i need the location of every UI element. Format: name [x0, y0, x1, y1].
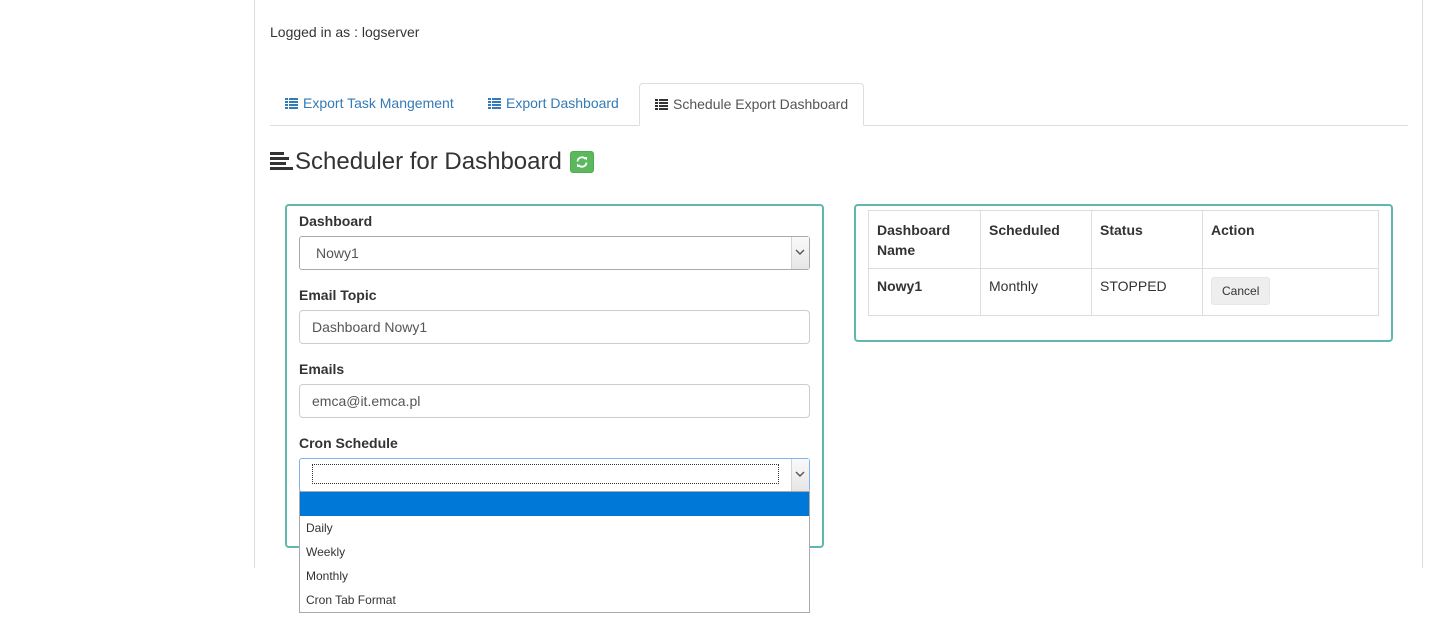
cron-schedule-label: Cron Schedule [299, 435, 398, 451]
dropdown-option-cron-tab-format[interactable]: Cron Tab Format [300, 588, 809, 612]
dropdown-option-empty[interactable] [300, 492, 809, 516]
tab-schedule-export-dashboard[interactable]: Schedule Export Dashboard [639, 83, 865, 126]
list-icon [285, 98, 298, 109]
cron-schedule-focus [312, 464, 779, 484]
column-header-action: Action [1202, 210, 1379, 269]
email-topic-input[interactable] [299, 310, 810, 344]
dropdown-option-weekly[interactable]: Weekly [300, 540, 809, 564]
cancel-button[interactable]: Cancel [1211, 277, 1271, 305]
tab-label: Schedule Export Dashboard [673, 96, 849, 112]
login-username: logserver [361, 24, 420, 40]
dashboard-select-value: Nowy1 [316, 245, 359, 261]
emails-input[interactable] [299, 384, 810, 418]
login-label: Logged in as : [270, 24, 362, 40]
emails-label: Emails [299, 361, 345, 377]
dashboard-select[interactable]: Nowy1 [299, 236, 810, 270]
cell-status: STOPPED [1091, 268, 1203, 316]
dropdown-option-monthly[interactable]: Monthly [300, 564, 809, 588]
list-icon [655, 99, 668, 110]
tab-export-task-management[interactable]: Export Task Mangement [270, 83, 469, 124]
cell-scheduled: Monthly [980, 268, 1092, 316]
page-heading: Scheduler for Dashboard [270, 146, 594, 178]
tab-label: Export Task Mangement [303, 95, 454, 111]
align-left-icon [270, 152, 293, 170]
dashboard-label: Dashboard [299, 213, 373, 229]
email-topic-label: Email Topic [299, 287, 377, 303]
cell-dashboard-name: Nowy1 [868, 268, 981, 316]
list-icon [488, 98, 501, 109]
content-frame-right-border [1422, 0, 1423, 568]
cron-schedule-dropdown: Daily Weekly Monthly Cron Tab Format [299, 491, 810, 613]
tab-bar: Export Task Mangement Export Dashboard S… [270, 83, 1408, 126]
cell-action: Cancel [1202, 268, 1379, 316]
table-row: Nowy1 Monthly STOPPED Cancel [868, 268, 1379, 316]
column-header-status: Status [1091, 210, 1203, 269]
dropdown-option-daily[interactable]: Daily [300, 516, 809, 540]
chevron-down-icon[interactable] [791, 459, 809, 491]
tab-export-dashboard[interactable]: Export Dashboard [473, 83, 634, 124]
refresh-button[interactable] [569, 151, 594, 173]
cron-schedule-select[interactable] [299, 458, 810, 492]
page-title: Scheduler for Dashboard [295, 148, 562, 175]
refresh-icon [576, 156, 588, 168]
table-header-row: Dashboard Name Scheduled Status Action [868, 210, 1379, 269]
chevron-down-icon[interactable] [791, 237, 809, 269]
column-header-dashboard-name: Dashboard Name [868, 210, 981, 269]
content-frame-left-border [254, 0, 255, 568]
column-header-scheduled: Scheduled [980, 210, 1092, 269]
scheduled-table: Dashboard Name Scheduled Status Action N… [868, 210, 1379, 316]
tab-label: Export Dashboard [506, 95, 619, 111]
login-info: Logged in as : logserver [270, 24, 419, 40]
